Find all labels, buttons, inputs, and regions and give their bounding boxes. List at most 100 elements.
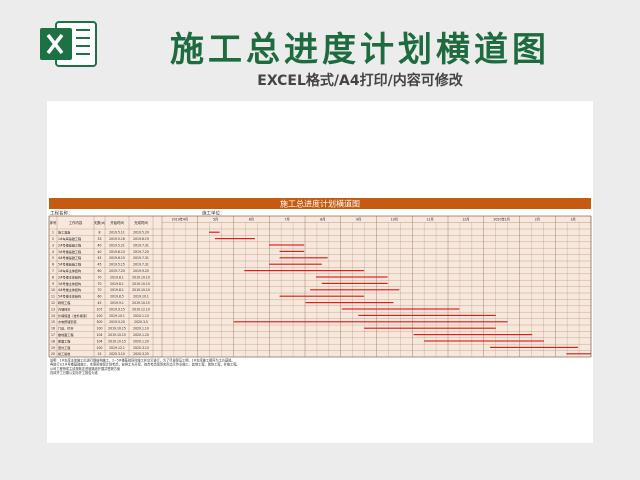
month-label: 6月 <box>249 218 254 222</box>
cell-end: 2020.1.10 <box>133 327 149 331</box>
cell-days: 45 <box>98 301 102 305</box>
cell-days: 104 <box>97 333 103 337</box>
gantt-bar <box>424 340 544 342</box>
gantt-bar <box>233 321 508 323</box>
banner-title: 施工总进度计划横道图 <box>280 199 360 209</box>
gantt-bar <box>566 353 591 355</box>
cell-task: 1#车库主体结构 <box>58 268 81 273</box>
cell-end: 2019.10.10 <box>132 282 150 286</box>
cell-start: 2019.10.15 <box>108 339 126 343</box>
gantt-bar <box>209 231 220 233</box>
month-label: 7月 <box>285 218 290 222</box>
month-label: 3月 <box>571 218 576 222</box>
cell-task: 砌筑工程 <box>58 300 70 305</box>
gantt-table: 施工总进度计划横道图工程名称： 施工单位： 序号 工作内容 天数(d) 开始时间 完成时间 2… <box>48 198 592 375</box>
cell-no: 9 <box>52 282 54 286</box>
month-label: 2月 <box>535 218 540 222</box>
cell-start: 2019.10.15 <box>108 327 126 331</box>
cell-task: 2#号楼主体结构 <box>58 274 81 279</box>
cell-days: 8 <box>99 231 101 235</box>
cell-end: 2020.3.5 <box>134 320 148 324</box>
note-line: 具体开工日期以实际开工报告为准 <box>50 370 99 375</box>
cell-end: 2019.10.15 <box>132 301 150 305</box>
cell-no: 16 <box>51 327 55 331</box>
cell-task: 室外工程 <box>58 345 70 350</box>
cell-end: 2019.7.20 <box>133 250 149 254</box>
cell-end: 2019.7.31 <box>133 243 149 247</box>
cell-no: 14 <box>51 314 55 318</box>
month-label: 12月 <box>462 218 469 222</box>
gantt-bar <box>310 289 400 291</box>
gantt-bar <box>268 263 322 265</box>
cell-end: 2019.9.20 <box>133 269 149 273</box>
cell-no: 1 <box>52 231 54 235</box>
cell-start: 2019.10.15 <box>108 333 126 337</box>
cell-no: 12 <box>51 301 55 305</box>
cell-start: 2019.5.15 <box>109 263 125 267</box>
cell-no: 8 <box>52 275 54 279</box>
gantt-bar <box>489 346 579 348</box>
month-label: 10月 <box>391 218 398 222</box>
info-row <box>49 209 591 216</box>
gantt-bar <box>305 302 394 304</box>
cell-start: 2020.3.10 <box>109 352 125 356</box>
cell-end: 2019.5.20 <box>133 231 149 235</box>
cell-days: 40 <box>98 250 102 254</box>
cell-days: 45 <box>98 256 102 260</box>
cell-days: 60 <box>98 269 102 273</box>
cell-task: 1#车库基础工程 <box>58 236 81 241</box>
cell-task: 2#号楼基础工程 <box>58 242 81 247</box>
gantt-bar <box>244 270 365 272</box>
gantt-bar <box>364 327 496 329</box>
cell-no: 4 <box>52 250 54 254</box>
month-label: 5月 <box>213 218 218 222</box>
month-label: 11月 <box>427 218 434 222</box>
cell-end: 2019.7.31 <box>133 256 149 260</box>
gantt-bar <box>279 295 365 297</box>
cell-end: 2019.10.10 <box>132 275 150 279</box>
cell-task: 外墙保温（含外墙漆） <box>58 313 89 318</box>
cell-days: 104 <box>97 339 103 343</box>
cell-start: 2019.10.1 <box>109 314 125 318</box>
contractor-label: 施工单位： <box>202 210 225 217</box>
cell-no: 2 <box>52 237 54 241</box>
project-name-label: 工程名称： <box>50 210 73 217</box>
cell-end: 2019.6.19 <box>133 237 149 241</box>
cell-task: 4#号楼主体结构 <box>58 287 81 292</box>
column-header: 工作内容 <box>69 220 83 225</box>
cell-end: 2020.1.10 <box>133 314 149 318</box>
cell-task: 施工准备 <box>58 230 70 235</box>
gantt-bar <box>214 238 255 240</box>
cell-task: 竣工验收 <box>58 351 70 356</box>
cell-days: 100 <box>97 327 103 331</box>
cell-no: 20 <box>51 352 55 356</box>
cell-task: 5#号楼主体结构 <box>58 294 81 299</box>
cell-end: 2020.3.25 <box>133 352 149 356</box>
cell-start: 2019.8.1 <box>110 282 124 286</box>
cell-days: 107 <box>97 307 103 311</box>
cell-task: 内墙抹灰 <box>58 306 70 311</box>
cell-days: 40 <box>98 243 102 247</box>
cell-end: 2020.1.20 <box>133 333 149 337</box>
cell-start: 2019.5.20 <box>109 320 125 324</box>
spreadsheet-preview: 施工总进度计划横道图 工程名称： 施工单位： 序号 工作内容 天数(d) 开始时间 完成时间 2… <box>47 101 593 443</box>
cell-end: 2019.12.10 <box>132 307 150 311</box>
gantt-bar <box>413 334 533 336</box>
cell-start: 2019.12.1 <box>109 346 125 350</box>
cell-start: 2019.5.16 <box>109 237 125 241</box>
cell-no: 13 <box>51 307 55 311</box>
cell-end: 2020.1.20 <box>133 339 149 343</box>
cell-days: 33 <box>98 237 102 241</box>
cell-no: 19 <box>51 346 55 350</box>
cell-no: 6 <box>52 263 54 267</box>
page-subtitle: EXCEL格式/A4打印/内容可修改 <box>257 73 463 89</box>
cell-days: 100 <box>97 314 103 318</box>
cell-no: 18 <box>51 339 55 343</box>
gantt-bar <box>341 308 460 310</box>
cell-days: 15 <box>98 352 102 356</box>
month-label: 8月 <box>320 218 325 222</box>
gantt-bar <box>279 257 328 259</box>
cell-no: 7 <box>52 269 54 273</box>
cell-task: 4#号楼基础工程 <box>58 255 81 260</box>
month-label: 9月 <box>356 218 361 222</box>
